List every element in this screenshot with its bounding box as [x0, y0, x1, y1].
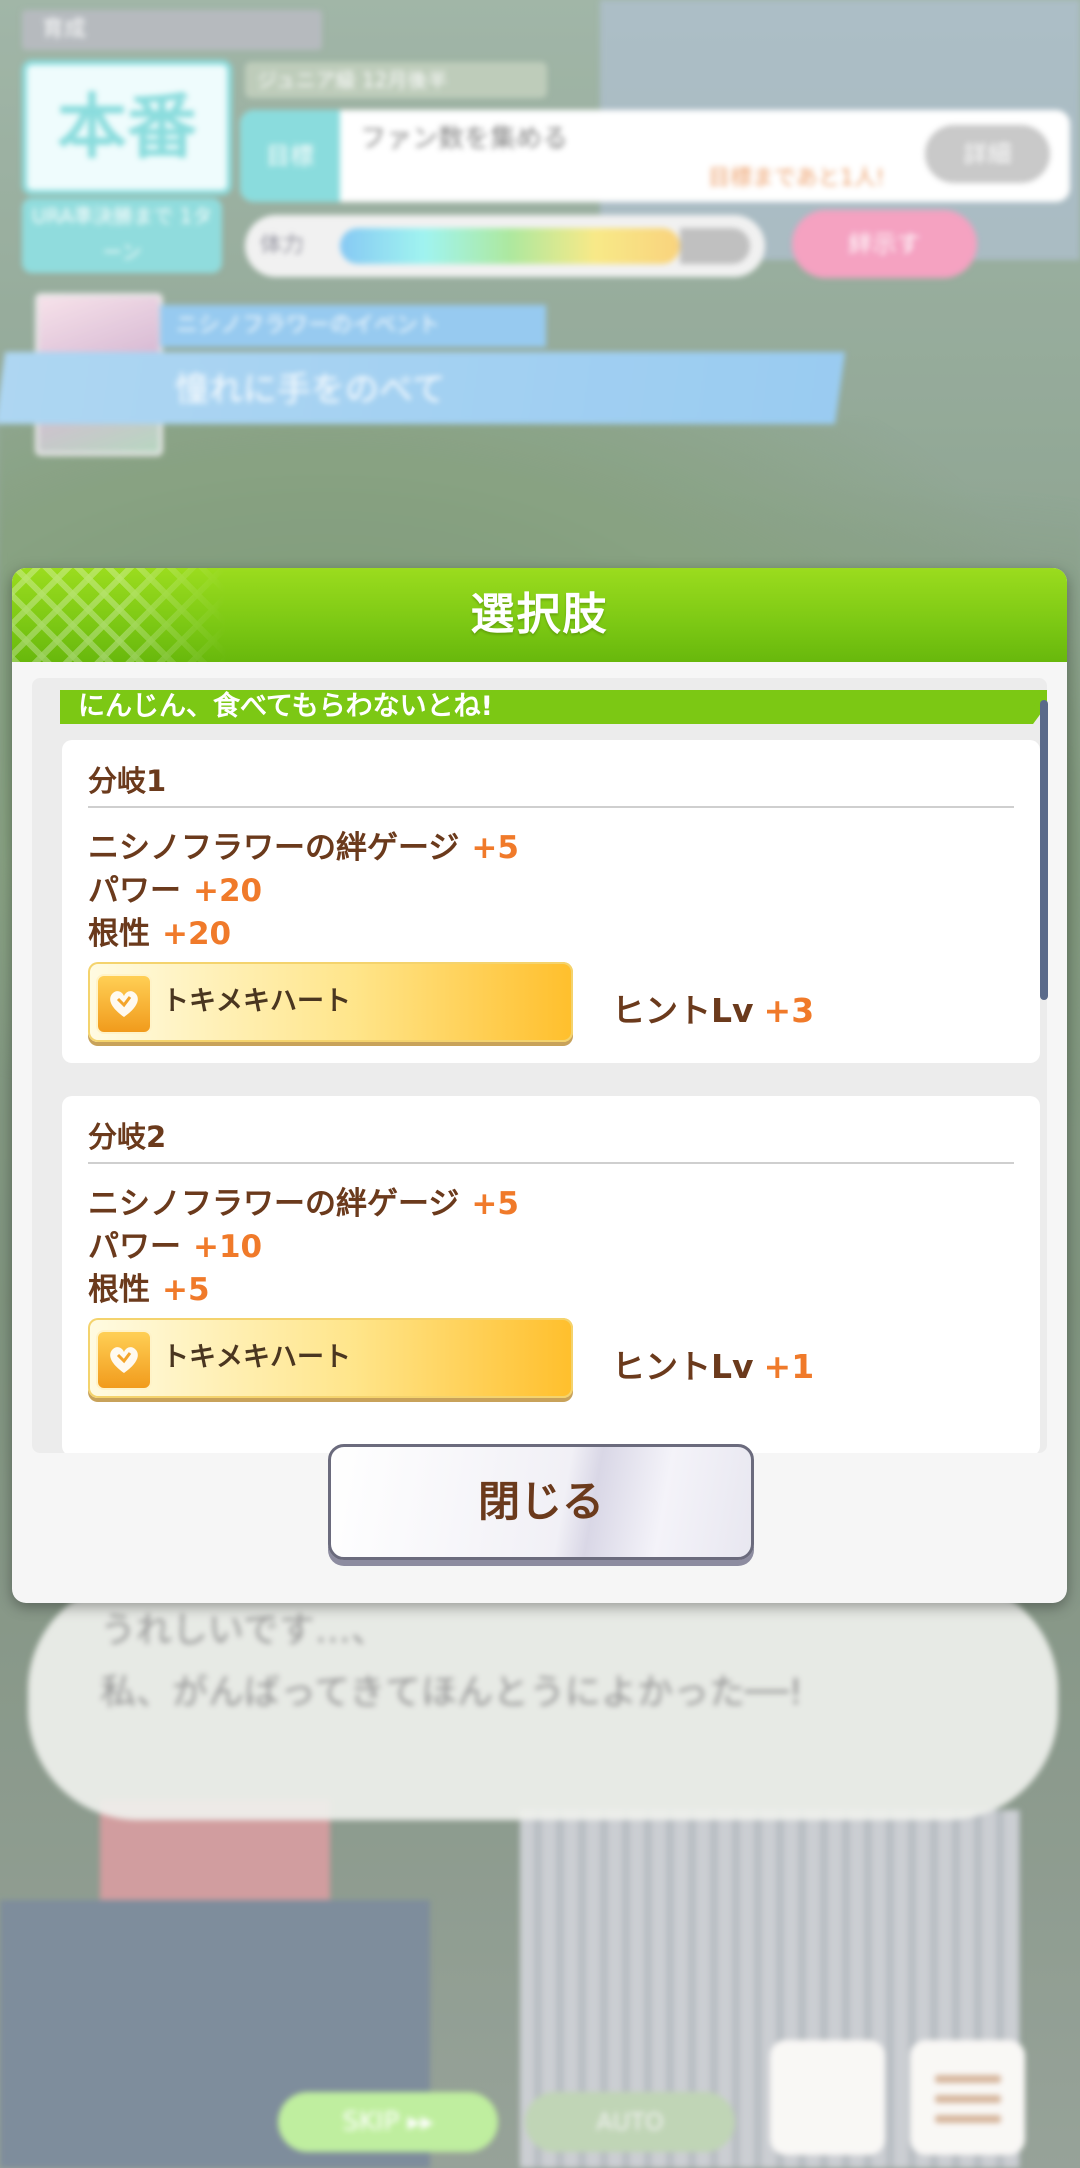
stat-label: パワー [88, 1229, 181, 1265]
stat-value: +5 [471, 830, 519, 866]
stat-label: 根性 [88, 1272, 150, 1308]
stat-line-guts: 根性 +5 [88, 1264, 210, 1309]
stat-line-bond: ニシノフラワーの絆ゲージ +5 [88, 1178, 519, 1223]
stat-line-power: パワー +10 [88, 1221, 262, 1266]
skill-name: トキメキハート [162, 986, 351, 1017]
hint-label: ヒントLv [612, 1347, 754, 1386]
branch-card-2: 分岐2 ニシノフラワーの絆ゲージ +5 パワー +10 根性 +5 トキメキハート ヒ… [62, 1096, 1040, 1453]
dialog-header: 選択肢 [12, 568, 1067, 662]
hint-level: ヒントLv +1 [612, 1340, 814, 1388]
hint-value: +1 [763, 1347, 815, 1386]
skill-name: トキメキハート [162, 1342, 351, 1373]
hint-level: ヒントLv +3 [612, 984, 814, 1032]
stat-value: +5 [471, 1186, 519, 1222]
choices-scroll-area[interactable]: にんじん、食べてもらわないとね! 分岐1 ニシノフラワーの絆ゲージ +5 パワー +… [32, 678, 1047, 1453]
dialog-title: 選択肢 [470, 589, 609, 640]
divider [88, 806, 1014, 808]
stat-value: +5 [162, 1272, 210, 1308]
stat-label: 根性 [88, 916, 150, 952]
stat-value: +20 [162, 916, 232, 952]
stat-label: ニシノフラワーの絆ゲージ [88, 1186, 460, 1222]
stat-label: パワー [88, 873, 181, 909]
close-button[interactable]: 閉じる [328, 1444, 754, 1560]
stat-label: ニシノフラワーの絆ゲージ [88, 830, 460, 866]
divider [88, 1162, 1014, 1164]
hint-label: ヒントLv [612, 991, 754, 1030]
choices-dialog: 選択肢 にんじん、食べてもらわないとね! 分岐1 ニシノフラワーの絆ゲージ +5 … [12, 568, 1067, 1603]
stat-value: +20 [193, 873, 263, 909]
choice-text: にんじん、食べてもらわないとね! [60, 690, 1047, 724]
skill-heart-icon [96, 1330, 152, 1390]
branch-title: 分岐1 [88, 764, 167, 798]
stat-line-power: パワー +20 [88, 865, 262, 910]
stat-line-guts: 根性 +20 [88, 908, 231, 953]
skill-chip[interactable]: トキメキハート [88, 1318, 573, 1398]
scrollbar-thumb[interactable] [1040, 700, 1048, 1000]
branch-card-1: 分岐1 ニシノフラワーの絆ゲージ +5 パワー +20 根性 +20 トキメキハート … [62, 740, 1040, 1063]
stat-value: +10 [193, 1229, 263, 1265]
skill-heart-icon [96, 974, 152, 1034]
stat-line-bond: ニシノフラワーの絆ゲージ +5 [88, 822, 519, 867]
hint-value: +3 [763, 991, 815, 1030]
skill-chip[interactable]: トキメキハート [88, 962, 573, 1042]
branch-title: 分岐2 [88, 1120, 167, 1154]
close-button-label: 閉じる [477, 1477, 604, 1526]
